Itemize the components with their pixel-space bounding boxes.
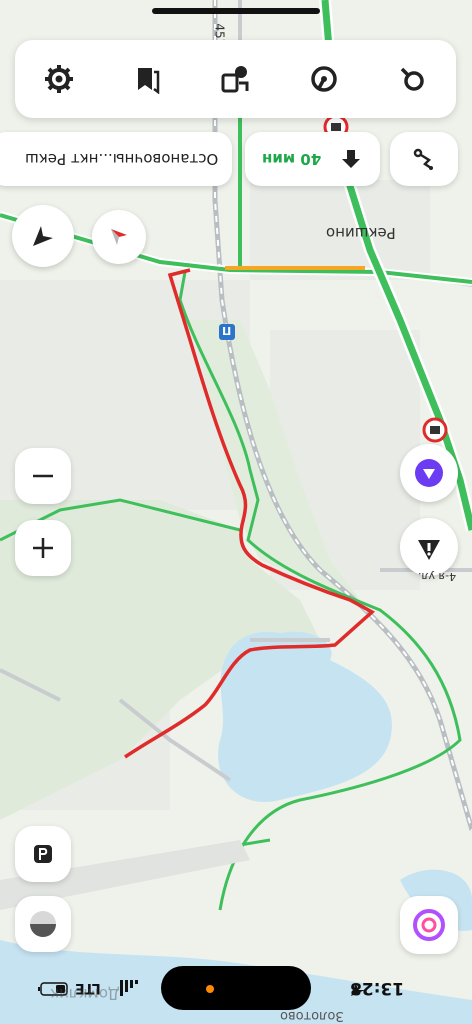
bookmarks-button[interactable] [123, 55, 171, 103]
zoom-in-button[interactable] [15, 520, 71, 576]
settings-button[interactable] [35, 55, 83, 103]
map-toolbar [15, 40, 456, 118]
compass-button[interactable] [92, 210, 146, 264]
route-options-button[interactable] [211, 55, 259, 103]
minus-icon [33, 474, 53, 478]
destination-pill[interactable]: Остановочны...нкт Рекш [0, 132, 232, 186]
my-location-button[interactable] [12, 205, 74, 267]
watermark: Домклик [50, 985, 120, 1003]
walking-route-icon [413, 148, 433, 170]
route-options-icon [221, 66, 249, 93]
street-label-bottom: Золотово [280, 1008, 344, 1023]
layers-icon [30, 911, 56, 937]
speed-camera-icon [422, 417, 448, 443]
bookmarks-icon [138, 68, 160, 94]
location-arrow-icon [351, 983, 365, 996]
layers-button[interactable] [15, 896, 71, 952]
plus-icon [33, 538, 53, 558]
direction-arrow-icon [342, 150, 361, 168]
parking-icon [34, 845, 52, 863]
reroute-button[interactable] [300, 55, 348, 103]
zoom-out-button[interactable] [15, 448, 71, 504]
route-time: 40 мин [261, 150, 322, 168]
assistant-icon [415, 459, 443, 487]
search-icon [400, 67, 424, 91]
top-indicator [152, 8, 320, 14]
street-label: 4-я ул. [418, 570, 457, 583]
signal-icon [120, 980, 138, 996]
route-type-button[interactable] [390, 132, 458, 186]
voice-assistant-button[interactable] [400, 444, 458, 502]
assistant-orb-icon [413, 909, 445, 941]
gear-icon [45, 65, 74, 93]
road-event-icon [418, 540, 440, 560]
road-event-button[interactable] [400, 518, 458, 576]
navigation-arrow-icon [33, 226, 53, 246]
destination-label: Остановочны...нкт Рекш [24, 150, 218, 168]
dynamic-island [161, 966, 311, 1010]
parking-button[interactable] [15, 826, 71, 882]
route-time-pill[interactable]: 40 мин [245, 132, 380, 186]
station-label: П [222, 324, 232, 337]
compass-icon [111, 229, 127, 245]
village-label: Рекшино [326, 224, 396, 242]
search-button[interactable] [388, 55, 436, 103]
redo-route-icon [310, 66, 337, 92]
assistant-orb-button[interactable] [400, 896, 458, 954]
recording-dot-icon [206, 985, 214, 993]
